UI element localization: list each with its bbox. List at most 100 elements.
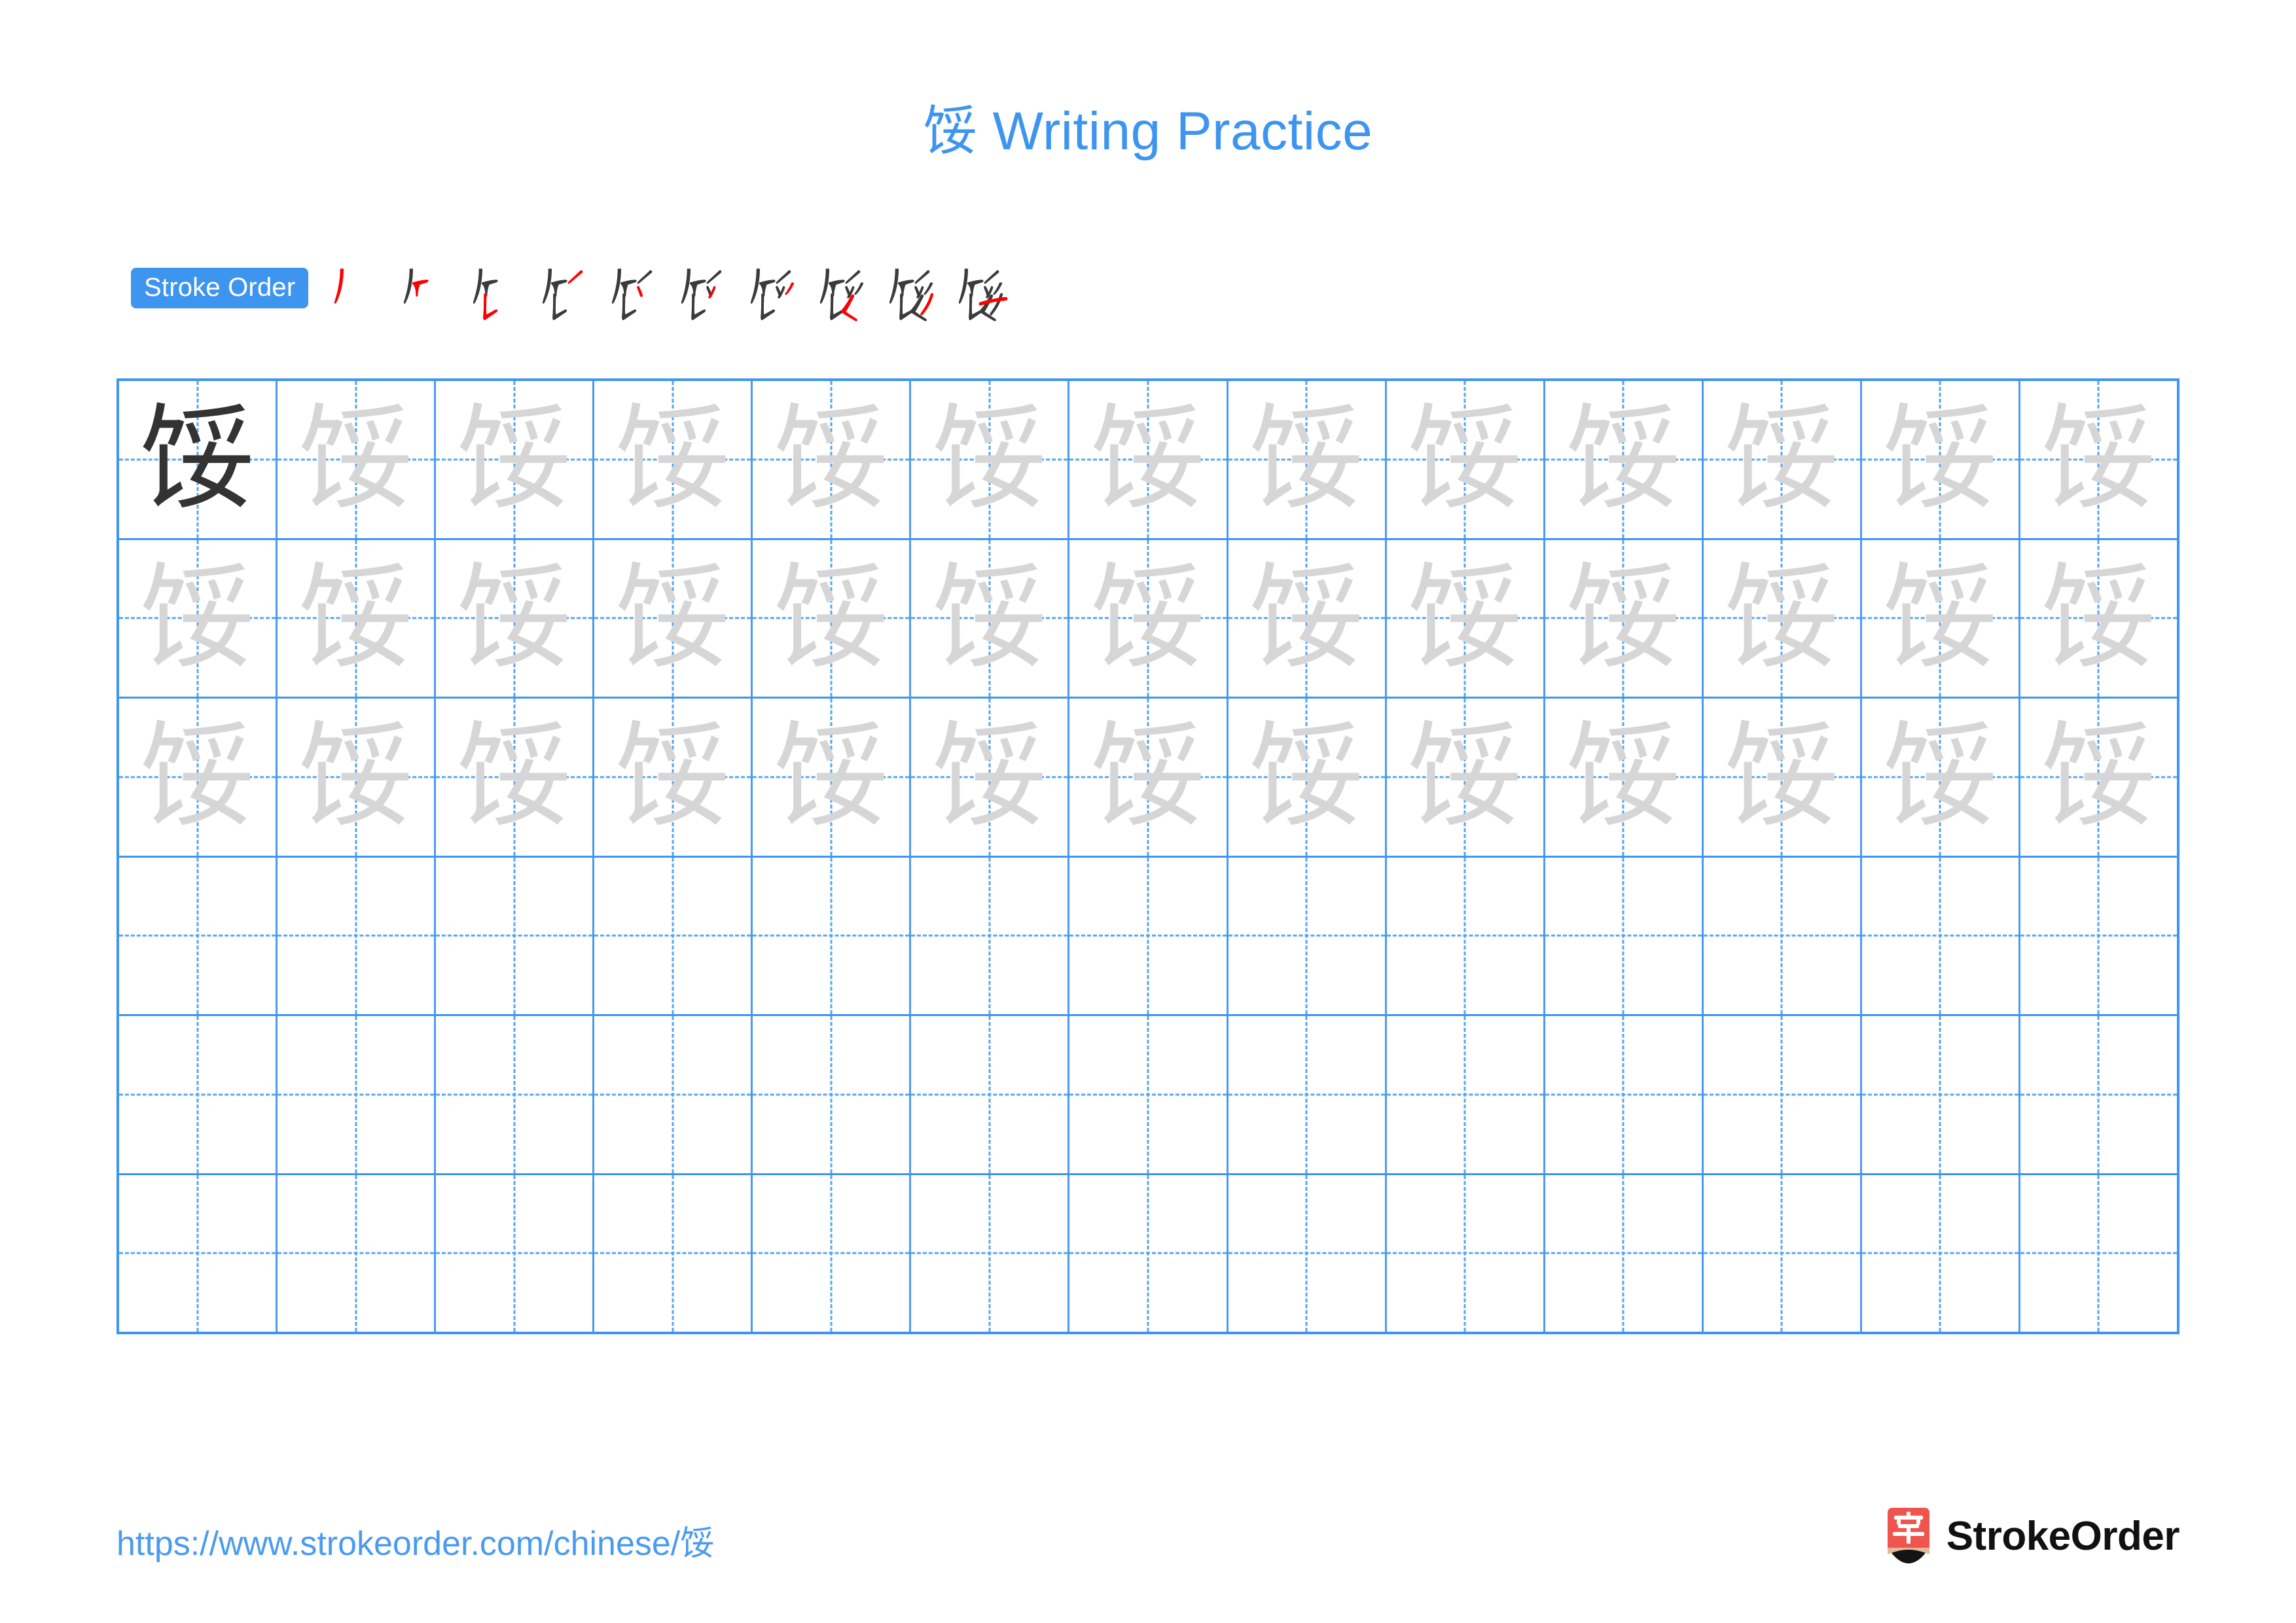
practice-cell[interactable] (436, 1016, 595, 1173)
practice-cell[interactable] (2020, 1175, 2177, 1332)
practice-cell[interactable] (1229, 857, 1387, 1014)
trace-character: 馁 (1090, 393, 1206, 526)
practice-cell[interactable] (2020, 858, 2177, 1015)
practice-cell[interactable]: 馁 (1704, 381, 1862, 538)
trace-character: 馁 (457, 551, 572, 685)
trace-character: 馁 (615, 551, 730, 685)
practice-cell[interactable] (278, 1175, 437, 1332)
practice-cell[interactable]: 馁 (753, 381, 912, 538)
practice-cell[interactable]: 馁 (1069, 699, 1229, 856)
practice-cell[interactable] (436, 1175, 595, 1332)
practice-cell[interactable] (1545, 1175, 1704, 1332)
practice-cell[interactable] (1862, 1016, 2020, 1173)
brand-name: StrokeOrder (1946, 1513, 2180, 1559)
practice-cell[interactable] (1545, 857, 1704, 1014)
practice-cell[interactable] (278, 1016, 437, 1173)
practice-cell[interactable]: 馁 (1069, 539, 1229, 697)
practice-cell[interactable]: 馁 (1387, 381, 1545, 538)
practice-cell[interactable]: 馁 (2020, 699, 2177, 856)
trace-character: 馁 (774, 393, 889, 526)
practice-cell[interactable] (1704, 1175, 1862, 1332)
trace-character: 馁 (615, 710, 730, 844)
trace-character: 馁 (2041, 393, 2156, 526)
practice-cell[interactable]: 馁 (278, 381, 437, 538)
practice-cell[interactable] (1069, 1016, 1229, 1173)
source-url-link[interactable]: https://www.strokeorder.com/chinese/馁 (117, 1516, 714, 1565)
practice-grid-row (119, 857, 2177, 1016)
practice-cell[interactable]: 馁 (911, 381, 1070, 538)
practice-cell[interactable]: 馁 (1229, 699, 1387, 856)
practice-cell[interactable]: 馁 (119, 699, 278, 856)
practice-cell[interactable]: 馁 (1862, 539, 2020, 697)
practice-cell[interactable] (911, 857, 1070, 1014)
practice-cell[interactable]: 馁 (1862, 699, 2020, 856)
practice-grid-row (119, 1175, 2177, 1332)
practice-cell[interactable] (1862, 1175, 2020, 1332)
practice-cell[interactable]: 馁 (911, 699, 1070, 856)
practice-cell[interactable] (1704, 857, 1862, 1014)
trace-character: 馁 (1566, 393, 1681, 526)
stroke-step-6-glyph (681, 268, 722, 321)
trace-character: 馁 (2041, 710, 2156, 844)
practice-cell[interactable] (1387, 1016, 1545, 1173)
practice-cell[interactable] (911, 1175, 1070, 1332)
practice-cell[interactable] (1862, 857, 2020, 1014)
practice-cell[interactable]: 馁 (436, 539, 595, 697)
practice-cell[interactable]: 馁 (119, 539, 278, 697)
practice-cell[interactable]: 馁 (2020, 381, 2177, 538)
practice-cell[interactable] (1387, 1175, 1545, 1332)
practice-grid: 馁馁馁馁馁馁馁馁馁馁馁馁馁馁馁馁馁馁馁馁馁馁馁馁馁馁馁馁馁馁馁馁馁馁馁馁馁馁馁 (117, 378, 2179, 1334)
practice-cell[interactable] (1069, 857, 1229, 1014)
practice-cell[interactable] (1545, 1016, 1704, 1173)
practice-cell[interactable] (1387, 857, 1545, 1014)
practice-cell[interactable]: 馁 (278, 539, 437, 697)
stroke-step-2-glyph (404, 268, 429, 304)
practice-cell[interactable]: 馁 (911, 539, 1070, 697)
practice-cell[interactable]: 馁 (1229, 381, 1387, 538)
practice-cell[interactable] (278, 857, 437, 1014)
trace-character: 馁 (2041, 551, 2156, 685)
practice-cell[interactable]: 馁 (1545, 539, 1704, 697)
practice-cell[interactable] (1229, 1016, 1387, 1173)
practice-cell[interactable]: 馁 (1387, 699, 1545, 856)
practice-cell[interactable] (1069, 1175, 1229, 1332)
practice-cell[interactable]: 馁 (1704, 539, 1862, 697)
practice-cell[interactable] (1704, 1016, 1862, 1173)
practice-cell[interactable]: 馁 (1704, 699, 1862, 856)
practice-cell[interactable] (436, 857, 595, 1014)
practice-cell[interactable] (753, 1175, 912, 1332)
practice-cell[interactable] (594, 1016, 753, 1173)
trace-character: 馁 (932, 393, 1047, 526)
trace-character: 馁 (1407, 710, 1522, 844)
practice-cell[interactable] (911, 1016, 1070, 1173)
practice-cell[interactable]: 馁 (753, 699, 912, 856)
practice-cell[interactable] (594, 857, 753, 1014)
practice-cell[interactable]: 馁 (594, 539, 753, 697)
practice-cell[interactable] (119, 857, 278, 1014)
practice-cell[interactable]: 馁 (1545, 381, 1704, 538)
practice-cell[interactable]: 馁 (594, 381, 753, 538)
practice-cell[interactable]: 馁 (1229, 539, 1387, 697)
practice-cell[interactable]: 馁 (278, 699, 437, 856)
practice-cell[interactable]: 馁 (1862, 381, 2020, 538)
practice-cell[interactable] (594, 1175, 753, 1332)
practice-cell[interactable]: 馁 (119, 381, 278, 538)
practice-cell[interactable] (119, 1016, 278, 1173)
stroke-step-3 (459, 252, 528, 324)
practice-cell[interactable] (1229, 1175, 1387, 1332)
practice-cell[interactable] (2020, 1016, 2177, 1173)
practice-cell[interactable]: 馁 (1545, 699, 1704, 856)
practice-cell[interactable]: 馁 (1387, 539, 1545, 697)
practice-cell[interactable]: 馁 (753, 539, 912, 697)
practice-cell[interactable] (753, 857, 912, 1014)
trace-character: 馁 (1090, 710, 1206, 844)
practice-cell[interactable]: 馁 (436, 381, 595, 538)
trace-character: 馁 (932, 551, 1047, 685)
practice-cell[interactable]: 馁 (2020, 540, 2177, 697)
practice-cell[interactable]: 馁 (436, 699, 595, 856)
practice-cell[interactable] (119, 1175, 278, 1332)
practice-cell[interactable]: 馁 (594, 699, 753, 856)
practice-cell[interactable] (753, 1016, 912, 1173)
stroke-step-8-glyph (820, 268, 864, 321)
practice-cell[interactable]: 馁 (1069, 381, 1229, 538)
